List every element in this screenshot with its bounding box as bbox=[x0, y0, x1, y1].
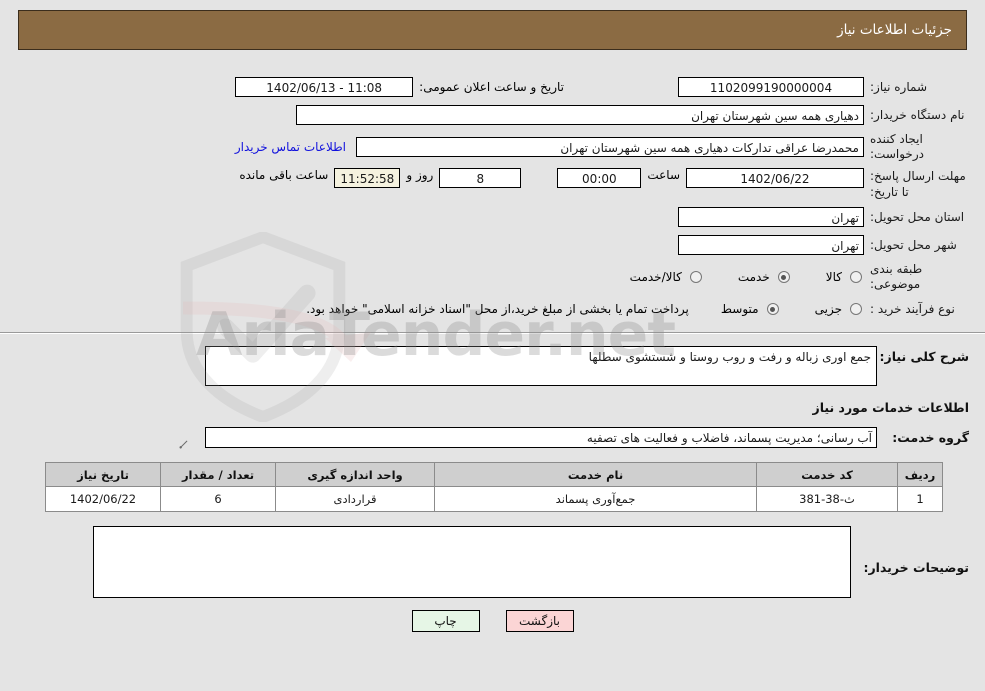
buyer-org-label: نام دستگاه خریدار: bbox=[870, 107, 965, 122]
row-category: طبقه بندی موضوعی: کالا خدمت کالا/خدمت bbox=[16, 262, 969, 292]
footer-button-bar: بازگشت چاپ bbox=[16, 610, 969, 633]
print-button[interactable]: چاپ bbox=[411, 610, 480, 633]
row-province: استان محل تحویل: تهران bbox=[16, 206, 969, 228]
cell-row-no: 1 bbox=[897, 486, 943, 513]
col-need-date: تاریخ نیاز bbox=[45, 462, 161, 488]
radio-icon[interactable] bbox=[850, 271, 862, 284]
cell-need-date: 1402/06/22 bbox=[45, 486, 161, 513]
col-quantity: تعداد / مقدار bbox=[160, 462, 276, 488]
col-row-no: ردیف bbox=[897, 462, 943, 488]
city-label: شهر محل تحویل: bbox=[870, 237, 957, 252]
table-row[interactable]: 1 ث-38-381 جمع‌آوری پسماند قراردادی 6 14… bbox=[45, 486, 943, 513]
table-header-row: ردیف کد خدمت نام خدمت واحد اندازه گیری ت… bbox=[45, 462, 943, 488]
buyer-notes-textarea[interactable] bbox=[93, 526, 851, 599]
category-radio-group: کالا خدمت کالا/خدمت bbox=[596, 270, 864, 284]
col-unit: واحد اندازه گیری bbox=[275, 462, 435, 488]
row-need-number: شماره نیاز: 1102099190000004 تاریخ و ساع… bbox=[16, 76, 969, 98]
buyer-org-field[interactable]: دهیاری همه سین شهرستان تهران bbox=[296, 105, 864, 125]
back-button[interactable]: بازگشت bbox=[505, 610, 574, 633]
service-group-label: گروه خدمت: bbox=[892, 430, 969, 446]
deadline-label: مهلت ارسال پاسخ: تا تاریخ: bbox=[870, 169, 966, 200]
services-section-title: اطلاعات خدمات مورد نیاز bbox=[812, 400, 970, 416]
deadline-hour-field[interactable]: 00:00 bbox=[557, 168, 642, 188]
services-table: ردیف کد خدمت نام خدمت واحد اندازه گیری ت… bbox=[45, 462, 943, 513]
radio-icon[interactable] bbox=[777, 271, 790, 284]
category-option-label: خدمت bbox=[737, 270, 770, 285]
treasury-note: پرداخت تمام یا بخشی از مبلغ خرید،از محل … bbox=[306, 302, 689, 317]
process-option-label: جزیی bbox=[814, 302, 842, 317]
radio-icon[interactable] bbox=[689, 271, 702, 284]
category-label: طبقه بندی موضوعی: bbox=[870, 262, 923, 292]
row-city: شهر محل تحویل: تهران bbox=[16, 234, 969, 256]
row-creator: ایجاد کننده درخواست: محمدرضا عراقی تدارک… bbox=[16, 132, 969, 162]
process-label: نوع فرآیند خرید : bbox=[870, 301, 955, 316]
service-group-field[interactable]: آب رسانی؛ مدیریت پسماند، فاضلاب و فعالیت… bbox=[205, 427, 877, 449]
cell-service-name: جمع‌آوری پسماند bbox=[434, 486, 757, 513]
remaining-suffix-label: ساعت باقی مانده bbox=[239, 168, 329, 182]
radio-icon[interactable] bbox=[850, 303, 862, 316]
category-radio-khedmat[interactable]: خدمت bbox=[738, 270, 792, 284]
process-radio-group: جزیی متوسط bbox=[703, 302, 864, 316]
col-service-name: نام خدمت bbox=[434, 462, 757, 488]
cell-unit: قراردادی bbox=[275, 486, 435, 513]
province-field[interactable]: تهران bbox=[678, 207, 864, 228]
province-label: استان محل تحویل: bbox=[870, 209, 965, 224]
remaining-days-label: روز و bbox=[406, 168, 434, 182]
announce-datetime-field[interactable]: 11:08 - 1402/06/13 bbox=[235, 77, 414, 97]
row-deadline: مهلت ارسال پاسخ: تا تاریخ: 1402/06/22 سا… bbox=[16, 168, 969, 200]
cell-service-code: ث-38-381 bbox=[756, 486, 898, 513]
page-title: جزئیات اطلاعات نیاز bbox=[837, 22, 952, 38]
creator-field[interactable]: محمدرضا عراقی تدارکات دهیاری همه سین شهر… bbox=[356, 137, 864, 157]
resize-grip-icon[interactable] bbox=[179, 440, 188, 449]
deadline-hour-label: ساعت bbox=[647, 168, 680, 182]
radio-icon[interactable] bbox=[766, 303, 779, 316]
need-description-label: شرح کلی نیاز: bbox=[879, 349, 969, 365]
need-number-label: شماره نیاز: bbox=[870, 79, 927, 94]
remaining-days-field[interactable]: 8 bbox=[439, 168, 522, 188]
creator-label: ایجاد کننده درخواست: bbox=[870, 132, 924, 161]
row-process: نوع فرآیند خرید : جزیی متوسط پرداخت تمام… bbox=[16, 298, 969, 320]
buyer-contact-link[interactable]: اطلاعات تماس خریدار bbox=[235, 140, 346, 154]
process-option-label: متوسط bbox=[720, 302, 759, 317]
cell-quantity: 6 bbox=[160, 486, 276, 513]
category-option-label: کالا bbox=[825, 270, 842, 285]
announce-datetime-label: تاریخ و ساعت اعلان عمومی: bbox=[419, 80, 564, 94]
col-service-code: کد خدمت bbox=[756, 462, 898, 488]
remaining-time-field[interactable]: 11:52:58 bbox=[334, 168, 401, 188]
category-radio-kala-khedmat[interactable]: کالا/خدمت bbox=[630, 270, 704, 284]
details-panel: شماره نیاز: 1102099190000004 تاریخ و ساع… bbox=[0, 62, 985, 633]
need-description-textarea[interactable]: جمع اوری زباله و رفت و روب روستا و شستشو… bbox=[205, 346, 877, 387]
need-number-field[interactable]: 1102099190000004 bbox=[678, 77, 864, 97]
category-radio-kala[interactable]: کالا bbox=[826, 270, 864, 284]
category-option-label: کالا/خدمت bbox=[629, 270, 682, 285]
page-header: جزئیات اطلاعات نیاز bbox=[18, 10, 967, 50]
buyer-notes-label: توضیحات خریدار: bbox=[863, 560, 969, 576]
process-radio-jozei[interactable]: جزیی bbox=[815, 302, 864, 316]
city-field[interactable]: تهران bbox=[678, 235, 864, 256]
deadline-date-field[interactable]: 1402/06/22 bbox=[686, 168, 864, 188]
row-buyer-org: نام دستگاه خریدار: دهیاری همه سین شهرستا… bbox=[16, 104, 969, 126]
process-radio-motavasset[interactable]: متوسط bbox=[721, 302, 781, 316]
